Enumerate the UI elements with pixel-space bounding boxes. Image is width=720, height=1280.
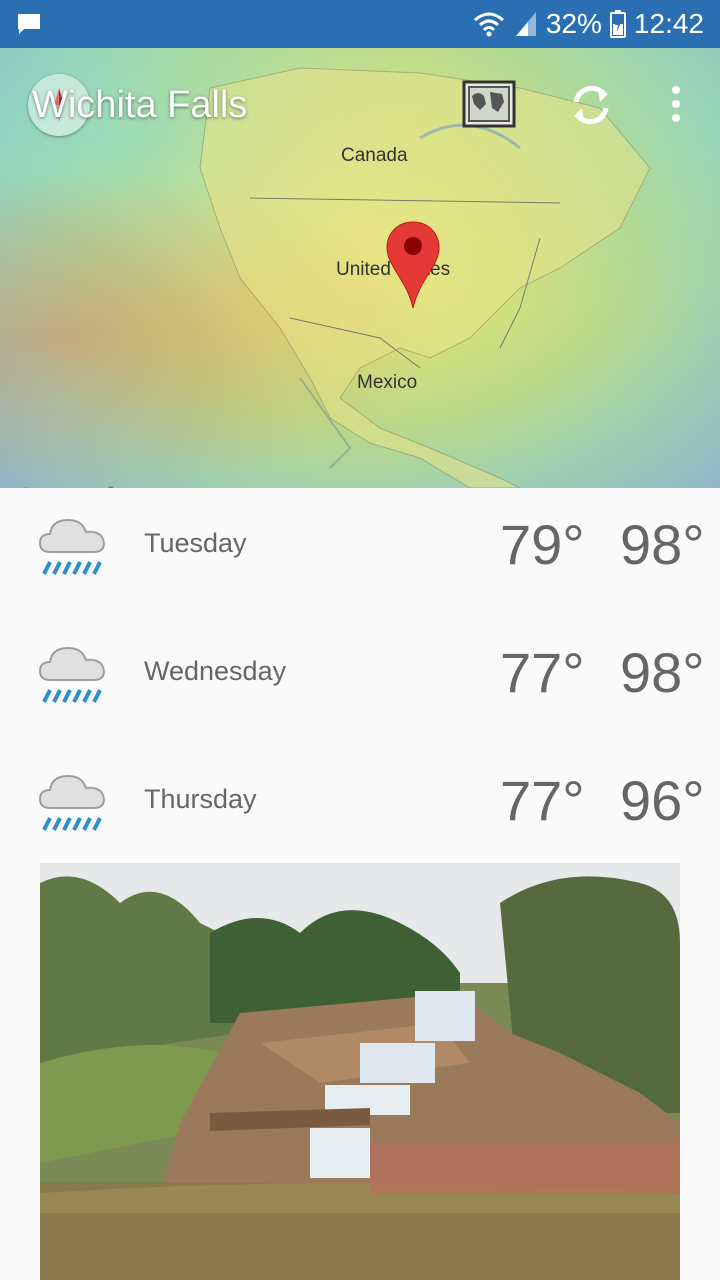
waterfall-photo: [40, 863, 680, 1280]
battery-charging-icon: [609, 10, 626, 38]
forecast-high-temp: 98°: [620, 641, 705, 704]
wifi-icon: [473, 12, 504, 37]
map-label-canada: Canada: [341, 145, 408, 166]
rain-cloud-icon: [38, 518, 106, 575]
map-label-mexico: Mexico: [357, 372, 418, 393]
status-bar: 32% 12:42: [0, 0, 720, 48]
forecast-low-temp: 77°: [500, 641, 585, 704]
battery-percent: 32%: [545, 8, 602, 39]
city-photo: [40, 863, 680, 1280]
google-attribution: Google: [12, 480, 136, 488]
more-vert-icon: [672, 86, 680, 122]
forecast-list: Tuesday 79° 98° Wednesday 77° 98° Thursd…: [0, 488, 720, 872]
forecast-day: Wednesday: [144, 656, 287, 686]
map-layers-button[interactable]: [462, 80, 516, 133]
forecast-row[interactable]: Thursday 77° 96°: [0, 744, 720, 872]
clock: 12:42: [633, 8, 704, 39]
forecast-high-temp: 98°: [620, 513, 705, 576]
forecast-low-temp: 77°: [500, 769, 585, 832]
forecast-row[interactable]: Tuesday 79° 98°: [0, 488, 720, 616]
map-icon: [462, 80, 516, 128]
refresh-button[interactable]: [568, 82, 614, 133]
message-notification-icon: [18, 14, 40, 34]
location-marker-icon[interactable]: [385, 220, 441, 310]
rain-cloud-icon: [38, 774, 106, 831]
overflow-menu-button[interactable]: [664, 84, 688, 129]
refresh-icon: [573, 85, 609, 125]
signal-icon: [515, 12, 536, 36]
forecast-day: Tuesday: [144, 528, 247, 558]
forecast-low-temp: 79°: [500, 513, 585, 576]
forecast-day: Thursday: [144, 784, 257, 814]
forecast-row[interactable]: Wednesday 77° 98°: [0, 616, 720, 744]
forecast-high-temp: 96°: [620, 769, 705, 832]
city-title: Wichita Falls: [32, 84, 248, 126]
rain-cloud-icon: [38, 646, 106, 703]
